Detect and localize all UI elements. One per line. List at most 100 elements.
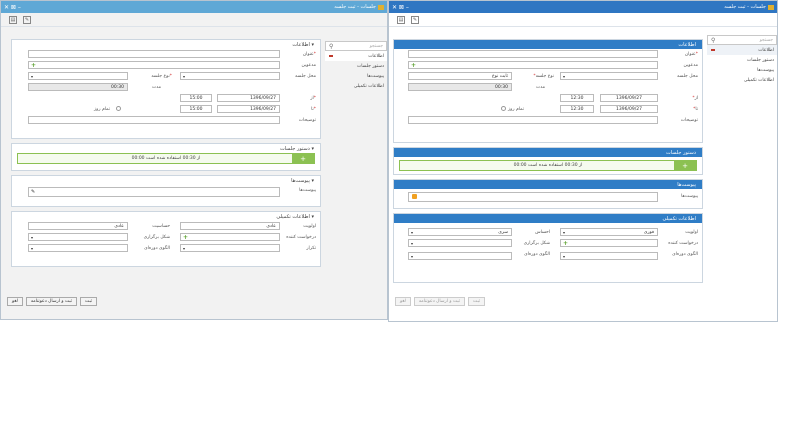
priority-select[interactable]: فوری ▾ — [560, 228, 658, 236]
status-select[interactable]: عادی — [28, 222, 128, 230]
toolbar: ▤ ✎ — [1, 13, 387, 27]
desc-input[interactable] — [28, 116, 280, 124]
edit-icon[interactable]: ✎ — [23, 15, 31, 24]
hold-label: شکل برگزاری — [143, 235, 170, 240]
to-time-input[interactable]: 12:30 — [560, 105, 594, 113]
dropdown-icon: ▾ — [183, 74, 186, 79]
label-text: نوع جلسه — [151, 74, 170, 79]
title-input[interactable] — [408, 50, 658, 58]
priority-label: اولویت — [303, 224, 316, 229]
sidebar-item-agenda[interactable]: دستور جلسات — [707, 55, 777, 65]
attach-icon[interactable] — [412, 194, 417, 199]
to-date-input[interactable]: 1396/09/27 — [600, 105, 658, 113]
dropdown-icon: ▾ — [563, 230, 566, 235]
location-select[interactable]: ▾ — [180, 72, 280, 80]
location-select[interactable]: ▾ — [560, 72, 658, 80]
section-header-info[interactable]: اطلاعات — [394, 40, 702, 49]
row-from: از* 1396/09/27 15:00 — [12, 93, 320, 104]
section-header-extra[interactable]: اطلاعات تکمیلی — [394, 214, 702, 223]
section-title: اطلاعات تکمیلی — [662, 215, 696, 222]
dropdown-icon: ▾ — [31, 235, 34, 240]
section-title: پیوست‌ها — [677, 181, 696, 188]
attachments-input[interactable]: ✎ — [28, 187, 280, 197]
add-icon[interactable]: + — [31, 62, 36, 69]
section-title: اطلاعات تکمیلی — [276, 213, 310, 220]
requester-input[interactable]: + — [560, 239, 658, 247]
desc-label: توضیحات — [298, 118, 316, 123]
duration-field: 00:30 — [408, 83, 512, 91]
all-day-checkbox[interactable] — [501, 106, 506, 111]
save-icon[interactable]: ▤ — [397, 15, 405, 24]
agenda-panel: دستور جلسات 00:00 از 00:30 استفاده شده ا… — [393, 147, 703, 175]
sidebar-item-agenda[interactable]: دستور جلسات — [325, 61, 387, 71]
duration-label: مدت — [536, 85, 546, 90]
requester-input[interactable]: + — [180, 233, 280, 241]
from-date-input[interactable]: 1396/09/27 — [600, 94, 658, 102]
status-value: سری — [498, 229, 508, 235]
period-select[interactable]: ▾ — [180, 244, 280, 252]
sidebar-item-extra[interactable]: اطلاعات تکمیلی — [707, 75, 777, 85]
title-input[interactable] — [28, 50, 280, 58]
from-time-input[interactable]: 15:00 — [180, 94, 212, 102]
window-controls[interactable]: ✕ ⊠ – — [4, 4, 21, 11]
window-controls[interactable]: ✕ ⊠ – — [392, 4, 409, 11]
section-header-info[interactable]: اطلاعات ▾ — [12, 40, 320, 49]
hold-select[interactable]: ▾ — [28, 233, 128, 241]
agenda-bar: 00:00 از 00:30 استفاده شده است + — [17, 153, 315, 164]
row-repeat: تکرار ▾ الگوی دوره‌ای ▾ — [12, 243, 320, 254]
from-date-input[interactable]: 1396/09/27 — [217, 94, 280, 102]
section-header-extra[interactable]: اطلاعات تکمیلی ▾ — [12, 212, 320, 221]
type-select[interactable]: ▾ — [28, 72, 128, 80]
add-agenda-button[interactable]: + — [292, 154, 314, 163]
sidebar-item-extra[interactable]: اطلاعات تکمیلی — [325, 81, 387, 91]
add-icon[interactable]: + — [411, 62, 416, 69]
add-agenda-button[interactable]: + — [674, 161, 696, 170]
app-logo-icon — [768, 4, 774, 10]
repeat-select[interactable]: ▾ — [560, 252, 658, 260]
period-label: تکرار — [306, 246, 316, 251]
repeat-pattern-select[interactable]: ▾ — [28, 244, 128, 252]
save-and-send-button[interactable]: ثبت و ارسال دعوتنامه — [25, 297, 78, 306]
add-icon[interactable]: + — [563, 240, 568, 247]
section-header-attachments[interactable]: پیوست‌ها ▾ — [12, 176, 320, 185]
label-text: نوع جلسه — [535, 74, 554, 79]
section-header-agenda[interactable]: دستور جلسات — [394, 148, 702, 157]
cancel-button[interactable]: لغو — [7, 297, 23, 306]
desc-input[interactable] — [408, 116, 658, 124]
agenda-usage-text: 00:00 از 00:30 استفاده شده است — [513, 163, 583, 168]
extra-panel: اطلاعات تکمیلی اولویت فوری ▾ احساس سری ▾ د… — [393, 213, 703, 283]
to-time-input[interactable]: 15:00 — [180, 105, 212, 113]
sidebar-item-info[interactable]: اطلاعات — [325, 51, 387, 61]
invitees-input[interactable]: + — [28, 61, 280, 69]
from-time-input[interactable]: 12:30 — [560, 94, 594, 102]
attach-icon[interactable]: ✎ — [31, 189, 35, 195]
nav-search-input[interactable]: ⚲ جستجو — [707, 35, 777, 45]
type-label: نوع جلسه* — [151, 74, 172, 79]
sidebar-item-attachments[interactable]: پیوست‌ها — [325, 71, 387, 81]
attachments-input[interactable] — [408, 192, 658, 202]
priority-select[interactable]: عادی — [180, 222, 280, 230]
hold-select[interactable]: ▾ — [408, 239, 512, 247]
sidebar-item-attachments[interactable]: پیوست‌ها — [707, 65, 777, 75]
nav-search-input[interactable]: ⚲ جستجو — [325, 41, 387, 51]
section-header-attachments[interactable]: پیوست‌ها — [394, 180, 702, 189]
sidebar-item-label: اطلاعات — [758, 47, 774, 53]
section-header-agenda[interactable]: دستور جلسات ▾ — [12, 144, 320, 153]
all-day-label: تمام روز — [508, 107, 524, 112]
type-select[interactable]: ثابت نوع — [408, 72, 512, 80]
to-date-input[interactable]: 1396/09/27 — [217, 105, 280, 113]
cancel-button[interactable]: لغو — [395, 297, 411, 306]
sidebar-item-info[interactable]: اطلاعات — [707, 45, 777, 55]
invitees-input[interactable]: + — [408, 61, 658, 69]
status-select[interactable]: سری ▾ — [408, 228, 512, 236]
edit-icon[interactable]: ✎ — [411, 15, 419, 24]
add-icon[interactable]: + — [183, 234, 188, 241]
save-button[interactable]: ثبت — [468, 297, 486, 306]
save-and-send-button[interactable]: ثبت و ارسال دعوتنامه — [413, 297, 466, 306]
save-button[interactable]: ثبت — [80, 297, 98, 306]
search-placeholder: جستجو — [759, 37, 773, 43]
all-day-checkbox[interactable] — [116, 106, 121, 111]
action-buttons: لغو ثبت و ارسال دعوتنامه ثبت — [395, 297, 486, 306]
save-icon[interactable]: ▤ — [9, 15, 17, 24]
repeat-pattern-select[interactable]: ▾ — [408, 252, 512, 260]
